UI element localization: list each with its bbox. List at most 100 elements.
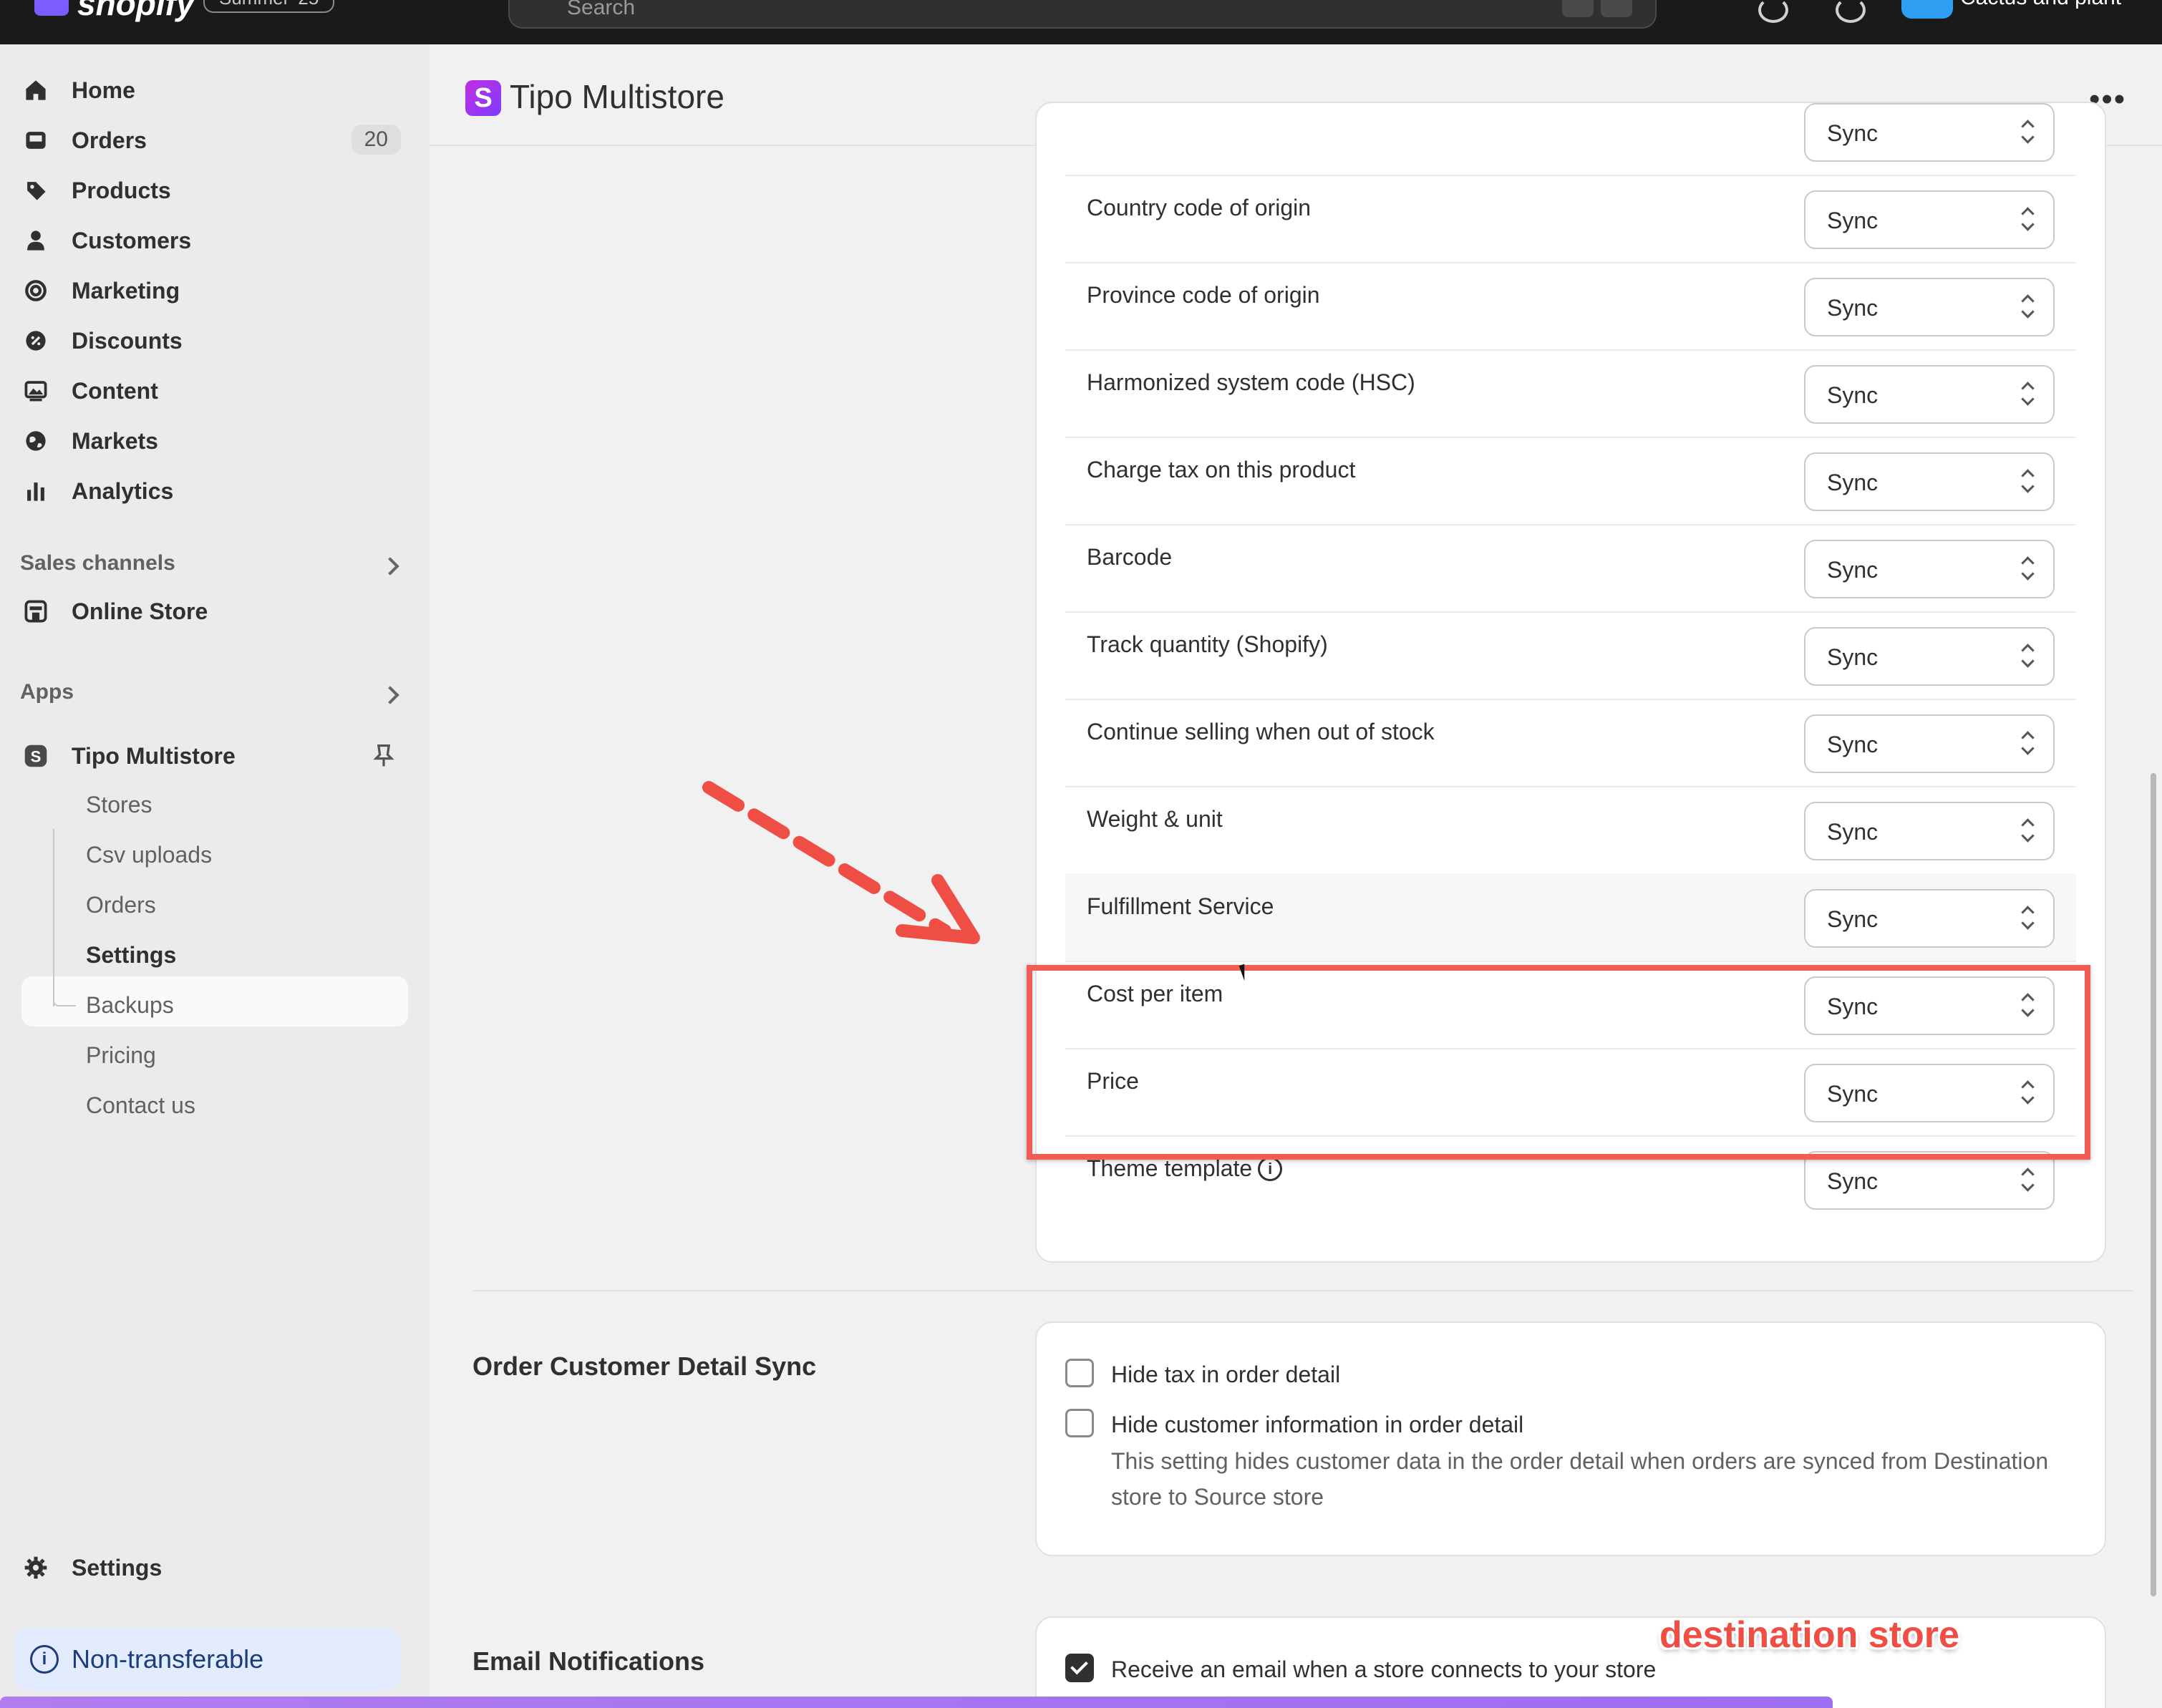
- sidebar-item-label: Markets: [72, 427, 158, 454]
- avatar[interactable]: [1901, 0, 1953, 19]
- sync-select[interactable]: Sync: [1804, 627, 2055, 686]
- sidebar-item-label: Home: [72, 77, 135, 103]
- home-icon: [21, 76, 50, 105]
- sync-select[interactable]: Sync: [1804, 190, 2055, 249]
- chevron-right-icon[interactable]: [381, 686, 399, 704]
- hide-customer-help-text: This setting hides customer data in the …: [1111, 1448, 2049, 1510]
- sync-select[interactable]: Sync: [1804, 103, 2055, 162]
- sidebar: Home Orders 20 Products Customers Market…: [0, 44, 430, 1708]
- sidebar-item-tipo-multistore[interactable]: S Tipo Multistore: [21, 733, 408, 779]
- sync-row-label: Fulfillment Service: [1087, 893, 1274, 919]
- select-value: Sync: [1827, 120, 1879, 146]
- sync-row: Sync: [1065, 87, 2076, 176]
- sidebar-subitem-settings[interactable]: Settings: [86, 942, 176, 969]
- select-arrows-icon: [2020, 730, 2035, 756]
- sync-row-label: Province code of origin: [1087, 282, 1320, 308]
- sync-row-label: Continue selling when out of stock: [1087, 719, 1435, 744]
- sidebar-item-discounts[interactable]: Discounts: [21, 318, 408, 364]
- sidebar-item-label: Products: [72, 177, 171, 203]
- hide-customer-label[interactable]: Hide customer information in order detai…: [1111, 1412, 1523, 1438]
- hide-tax-checkbox[interactable]: [1065, 1359, 1094, 1387]
- sync-select[interactable]: Sync: [1804, 714, 2055, 773]
- select-value: Sync: [1827, 906, 1879, 932]
- chevron-right-icon[interactable]: [381, 557, 399, 576]
- sidebar-subitem-stores[interactable]: Stores: [86, 792, 152, 818]
- page-title: Tipo Multistore: [510, 78, 724, 115]
- select-arrows-icon: [2020, 643, 2035, 669]
- select-arrows-icon: [2020, 381, 2035, 407]
- sync-select[interactable]: Sync: [1804, 802, 2055, 860]
- section-divider: [472, 1290, 2133, 1291]
- sidebar-item-settings[interactable]: Settings: [21, 1545, 408, 1591]
- sync-row: Country code of origin Sync: [1065, 175, 2076, 263]
- sync-row: Fulfillment Service Sync: [1065, 873, 2076, 962]
- sidebar-item-orders[interactable]: Orders 20: [21, 117, 408, 163]
- page-scrollbar[interactable]: [2151, 773, 2156, 1596]
- pin-icon[interactable]: [371, 743, 397, 772]
- sync-select[interactable]: Sync: [1804, 1151, 2055, 1210]
- annotation-label: destination store: [1659, 1614, 1959, 1656]
- sync-row-label: Country code of origin: [1087, 195, 1312, 220]
- svg-text:S: S: [31, 748, 42, 766]
- top-bar: shopify Summer '25 Search Cactus and pla…: [0, 0, 2162, 44]
- sync-row: Province code of origin Sync: [1065, 262, 2076, 351]
- sync-select[interactable]: Sync: [1804, 889, 2055, 948]
- sidebar-subitem-orders[interactable]: Orders: [86, 892, 156, 918]
- notification-bell-icon[interactable]: [1836, 0, 1866, 23]
- annotation-highlight-box: [1027, 965, 2090, 1160]
- sidebar-item-label: Settings: [72, 1554, 163, 1581]
- hide-customer-checkbox[interactable]: [1065, 1409, 1094, 1437]
- annotation-arrow-icon: [702, 781, 980, 944]
- select-value: Sync: [1827, 382, 1879, 408]
- sidebar-item-label: Content: [72, 377, 158, 404]
- sidebar-item-online-store[interactable]: Online Store: [21, 588, 408, 634]
- tag-icon: [21, 176, 50, 205]
- edition-badge[interactable]: Summer '25: [203, 0, 335, 13]
- store-connect-email-checkbox[interactable]: [1065, 1654, 1094, 1682]
- store-connect-email-label[interactable]: Receive an email when a store connects t…: [1111, 1656, 1656, 1683]
- select-value: Sync: [1827, 470, 1879, 495]
- sidebar-item-label: Analytics: [72, 477, 174, 504]
- sync-select[interactable]: Sync: [1804, 365, 2055, 424]
- store-name[interactable]: Cactus and plant: [1960, 0, 2121, 10]
- assistant-icon[interactable]: [1758, 0, 1788, 23]
- sidebar-item-markets[interactable]: Markets: [21, 418, 408, 464]
- sidebar-item-content[interactable]: Content: [21, 368, 408, 414]
- bar-chart-icon: [21, 477, 50, 505]
- sync-row-label: Track quantity (Shopify): [1087, 631, 1328, 657]
- sidebar-item-home[interactable]: Home: [21, 67, 408, 113]
- sidebar-item-products[interactable]: Products: [21, 168, 408, 213]
- sales-channels-heading[interactable]: Sales channels: [20, 551, 175, 576]
- sidebar-item-marketing[interactable]: Marketing: [21, 268, 408, 314]
- storefront-icon: [21, 597, 50, 626]
- select-arrows-icon: [2020, 293, 2035, 319]
- search-input[interactable]: Search: [508, 0, 1657, 29]
- sidebar-subitem-contact-us[interactable]: Contact us: [86, 1092, 195, 1119]
- sidebar-subitem-csv-uploads[interactable]: Csv uploads: [86, 842, 212, 868]
- sync-select[interactable]: Sync: [1804, 278, 2055, 336]
- select-arrows-icon: [2020, 555, 2035, 581]
- sidebar-item-label: Marketing: [72, 277, 180, 304]
- sidebar-subitem-backups[interactable]: Backups: [86, 992, 174, 1019]
- sync-select[interactable]: Sync: [1804, 452, 2055, 511]
- sidebar-subitem-pricing[interactable]: Pricing: [86, 1042, 156, 1069]
- sync-row: Barcode Sync: [1065, 524, 2076, 613]
- hide-tax-label[interactable]: Hide tax in order detail: [1111, 1362, 1340, 1388]
- app-logo: S: [465, 80, 501, 116]
- non-transferable-banner[interactable]: i Non-transferable: [14, 1628, 401, 1691]
- brand-logo[interactable]: shopify: [77, 0, 195, 23]
- sidebar-item-customers[interactable]: Customers: [21, 218, 408, 263]
- sync-row: Harmonized system code (HSC) Sync: [1065, 349, 2076, 438]
- tree-hook-icon: [53, 979, 76, 1006]
- sync-select[interactable]: Sync: [1804, 540, 2055, 598]
- gear-icon: [21, 1553, 50, 1582]
- select-arrows-icon: [2020, 119, 2035, 145]
- sidebar-item-analytics[interactable]: Analytics: [21, 468, 408, 514]
- sidebar-item-label: Online Store: [72, 598, 208, 624]
- info-icon[interactable]: i: [1258, 1156, 1283, 1181]
- search-placeholder: Search: [567, 0, 636, 19]
- target-icon: [21, 276, 50, 305]
- discount-icon: [21, 326, 50, 355]
- apps-heading[interactable]: Apps: [20, 680, 74, 704]
- sync-row: Weight & unit Sync: [1065, 786, 2076, 875]
